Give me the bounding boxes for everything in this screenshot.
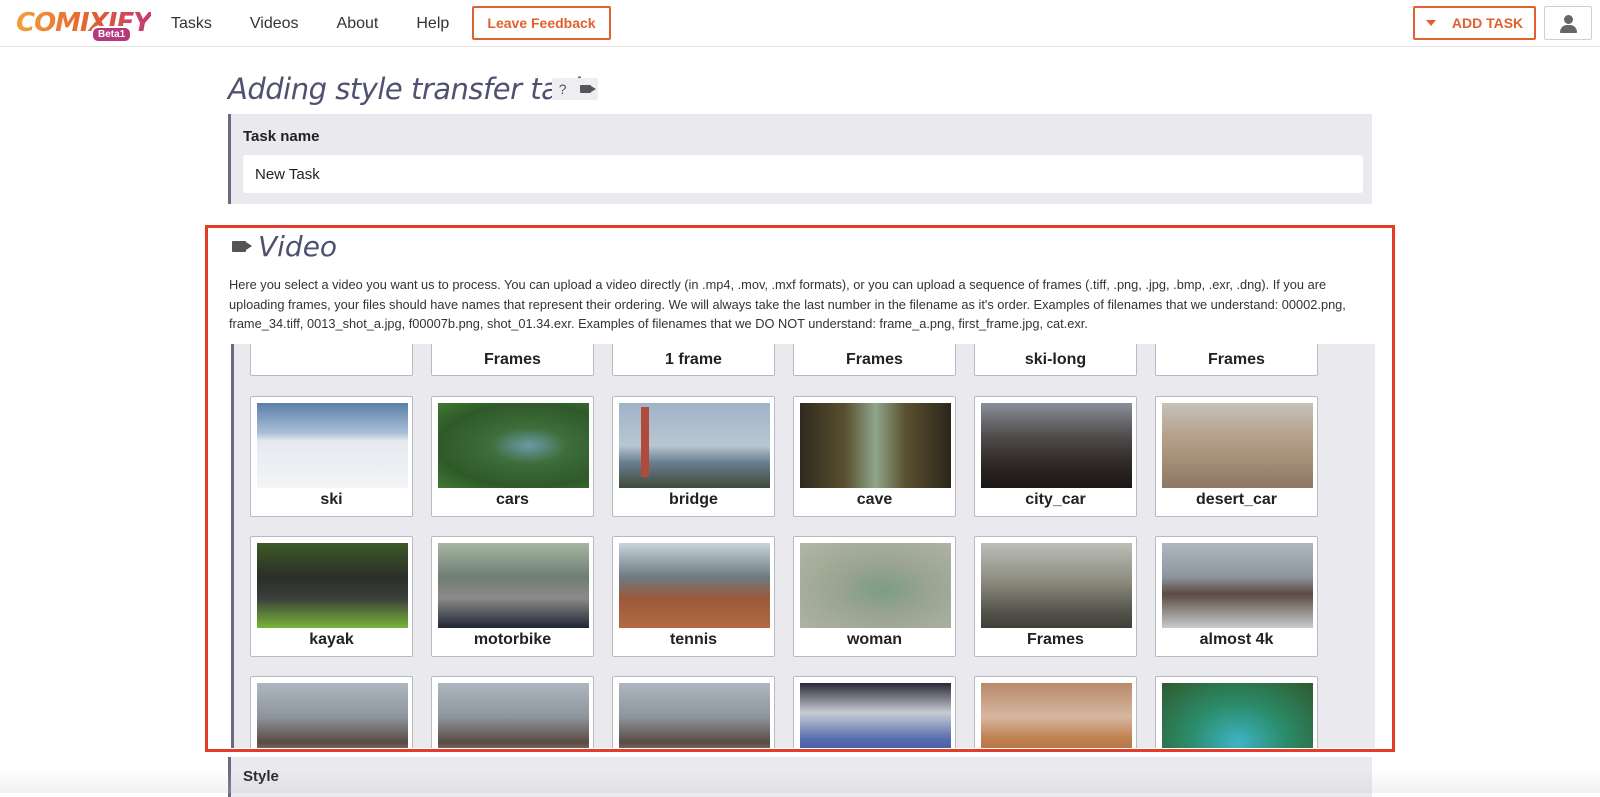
user-account-button[interactable]: [1544, 6, 1592, 40]
task-name-label: Task name: [243, 128, 320, 145]
video-instructions: Here you select a video you want us to p…: [229, 277, 1346, 331]
video-tile[interactable]: 1 frame: [612, 344, 775, 376]
video-tile-label: motorbike: [473, 631, 552, 648]
add-task-label: ADD TASK: [1451, 15, 1524, 31]
leave-feedback-label: Leave Feedback: [487, 15, 596, 31]
video-thumbnail: [257, 683, 408, 748]
video-thumbnail: [981, 543, 1132, 628]
comixify-logo[interactable]: COMIXIFY Beta1: [16, 8, 152, 43]
video-thumbnail: [438, 543, 589, 628]
video-tile[interactable]: [431, 676, 594, 748]
video-tile-label: tennis: [669, 631, 718, 648]
task-name-section: Task name: [228, 114, 1372, 204]
help-icon[interactable]: ?: [559, 81, 567, 97]
video-tile-label: cars: [496, 491, 529, 508]
page-title: Adding style transfer task: [228, 72, 590, 106]
video-thumbnail: [619, 403, 770, 488]
video-thumbnail: [438, 683, 589, 748]
video-tile[interactable]: [250, 344, 413, 376]
video-tile-label: Frames: [846, 351, 903, 368]
video-tile[interactable]: Frames: [431, 344, 594, 376]
video-tile[interactable]: [793, 676, 956, 748]
nav-tasks[interactable]: Tasks: [171, 15, 212, 33]
video-thumbnail: [1162, 543, 1313, 628]
video-tile-label: city_car: [1025, 491, 1086, 508]
video-tile-label: desert_car: [1196, 491, 1277, 508]
video-tile-label: Frames: [1208, 351, 1265, 368]
task-name-input[interactable]: [243, 155, 1363, 193]
bridge-tower: [641, 407, 649, 477]
video-thumbnail: [619, 543, 770, 628]
video-camera-icon: [232, 241, 246, 252]
video-tile-label: bridge: [669, 491, 718, 508]
nav-about[interactable]: About: [337, 15, 379, 33]
video-tile-cave[interactable]: cave: [793, 396, 956, 517]
video-tile-city-car[interactable]: city_car: [974, 396, 1137, 517]
video-tile[interactable]: [1155, 676, 1318, 748]
video-tile-ski[interactable]: ski: [250, 396, 413, 517]
title-badges: ?: [552, 78, 598, 100]
video-section-heading: Video: [232, 230, 337, 263]
nav-help[interactable]: Help: [416, 15, 449, 33]
video-tile-bridge[interactable]: bridge: [612, 396, 775, 517]
video-tile-label: ski: [320, 491, 343, 508]
main-nav: Tasks Videos About Help: [171, 0, 487, 47]
video-thumbnail: [800, 543, 951, 628]
video-tile-tennis[interactable]: tennis: [612, 536, 775, 657]
video-camera-icon: [580, 85, 592, 93]
top-navigation-bar: COMIXIFY Beta1 Tasks Videos About Help L…: [0, 0, 1600, 47]
video-tile[interactable]: Frames: [793, 344, 956, 376]
video-tile-label: almost 4k: [1199, 631, 1274, 648]
video-tile[interactable]: [612, 676, 775, 748]
add-task-button[interactable]: ADD TASK: [1413, 6, 1536, 40]
user-icon: [1564, 15, 1573, 24]
video-tile[interactable]: ski-long: [974, 344, 1137, 376]
video-tile-motorbike[interactable]: motorbike: [431, 536, 594, 657]
leave-feedback-button[interactable]: Leave Feedback: [472, 6, 611, 40]
video-tile-woman[interactable]: woman: [793, 536, 956, 657]
video-section-title: Video: [258, 230, 338, 263]
video-thumbnail: [1162, 683, 1313, 748]
video-tile-desert-car[interactable]: desert_car: [1155, 396, 1318, 517]
style-label: Style: [243, 768, 279, 785]
nav-videos[interactable]: Videos: [250, 15, 299, 33]
video-tile-cars[interactable]: cars: [431, 396, 594, 517]
video-thumbnail: [1162, 403, 1313, 488]
user-icon-body: [1560, 25, 1577, 33]
video-tile-almost-4k[interactable]: almost 4k: [1155, 536, 1318, 657]
video-thumbnail: [800, 403, 951, 488]
video-tile-frames[interactable]: Frames: [974, 536, 1137, 657]
video-tile-label: ski-long: [1024, 351, 1087, 368]
video-grid[interactable]: Frames 1 frame Frames ski-long Frames sk…: [231, 344, 1375, 748]
video-tile[interactable]: [974, 676, 1137, 748]
video-thumbnail: [257, 543, 408, 628]
video-tile-label: Frames: [484, 351, 541, 368]
caret-down-icon: [1425, 20, 1436, 26]
video-section: Video Here you select a video you want u…: [205, 225, 1395, 752]
video-thumbnail: [800, 683, 951, 748]
video-tile[interactable]: Frames: [1155, 344, 1318, 376]
video-thumbnail: [438, 403, 589, 488]
video-tile-label: cave: [856, 491, 893, 508]
video-thumbnail: [257, 403, 408, 488]
video-tile-label: kayak: [309, 631, 354, 648]
beta-badge: Beta1: [91, 26, 133, 43]
video-tile-label: Frames: [1027, 631, 1084, 648]
video-tile[interactable]: [250, 676, 413, 748]
video-thumbnail: [619, 683, 770, 748]
video-thumbnail: [981, 403, 1132, 488]
video-tile-label: 1 frame: [665, 351, 722, 368]
video-tile-label: woman: [846, 631, 903, 648]
style-section: Style: [228, 757, 1372, 797]
video-tile-kayak[interactable]: kayak: [250, 536, 413, 657]
video-thumbnail: [981, 683, 1132, 748]
